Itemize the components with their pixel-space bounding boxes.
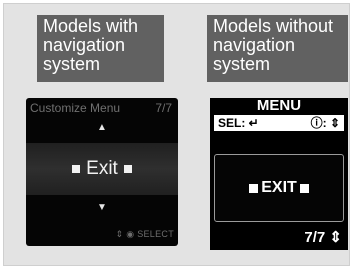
select-hint: ⇕ ◉ SELECT	[115, 229, 174, 239]
menu-title: MENU	[256, 97, 302, 114]
audio-display-screen: MENU SEL: ↵ ⓘ: ⇕ EXIT 7/7 ⇕	[210, 98, 348, 250]
select-enter-hint: SEL: ↵	[218, 116, 259, 130]
exit-menu-item[interactable]: Exit	[26, 143, 178, 195]
right-caption-line-2: navigation	[213, 35, 296, 55]
page-indicator: 7/7 ⇕	[304, 229, 342, 246]
square-bullet-icon	[299, 183, 309, 193]
exit-menu-item[interactable]: EXIT	[214, 154, 344, 222]
square-bullet-icon	[249, 183, 259, 193]
up-arrow-icon: ▲	[97, 122, 107, 133]
right-caption-line-1: Models without	[213, 16, 334, 36]
exit-label: Exit	[86, 158, 118, 179]
right-caption-line-3: system	[213, 54, 271, 74]
left-caption-line-2: navigation	[43, 35, 126, 55]
left-caption: Models with navigation system	[37, 15, 164, 82]
down-arrow-icon: ▼	[97, 202, 107, 213]
left-caption-line-3: system	[43, 54, 101, 74]
navigation-screen: Customize Menu 7/7 ▲ Exit ▼ ⇕ ◉ SELECT	[26, 98, 178, 246]
square-bullet-icon	[123, 165, 132, 173]
customize-menu-title: Customize Menu	[30, 101, 121, 115]
right-caption: Models without navigation system	[207, 15, 348, 82]
illustration-frame: Models with navigation system Models wit…	[3, 3, 350, 266]
left-caption-line-1: Models with	[43, 16, 139, 36]
page-indicator: 7/7	[155, 101, 172, 115]
control-hint-bar: SEL: ↵ ⓘ: ⇕	[214, 115, 344, 131]
square-bullet-icon	[72, 165, 81, 173]
info-scroll-hint: ⓘ: ⇕	[310, 116, 340, 130]
exit-label: EXIT	[261, 179, 297, 196]
customize-menu-header: Customize Menu 7/7	[30, 101, 172, 115]
